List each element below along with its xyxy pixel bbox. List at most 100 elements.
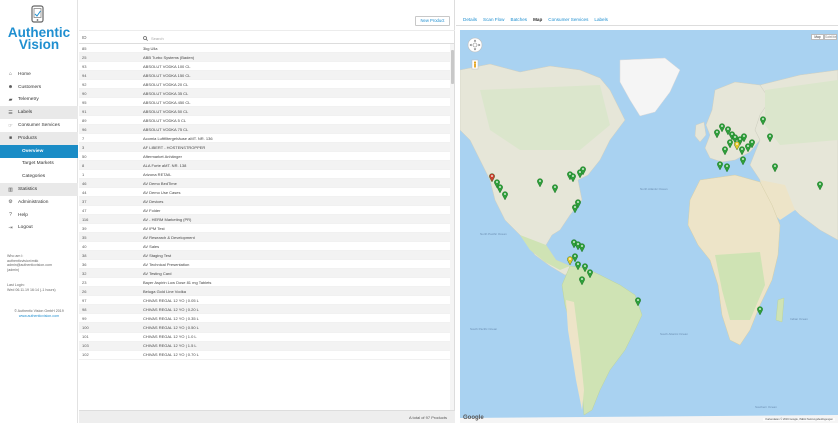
product-name-cell: ALA Forte aMT. NR. 138	[143, 162, 187, 168]
table-row[interactable]: 47 AV Folder	[79, 206, 451, 216]
map-attribution[interactable]: Kartendaten © 2019 Google, INEGI Nutzung…	[763, 418, 835, 421]
table-row[interactable]: 35 AV Research & Development	[79, 233, 451, 243]
table-row[interactable]: 93 ABSOLUT VODKA 100 CL	[79, 62, 451, 72]
company-link[interactable]: www.authenticvision.com	[0, 314, 78, 319]
table-row[interactable]: 85 3kg Ulla	[79, 44, 451, 54]
map-marker-dot	[759, 308, 761, 310]
map-marker-icon[interactable]	[757, 306, 763, 316]
table-row[interactable]: 25 ABB Turbo Systems (Baden)	[79, 53, 451, 63]
table-row[interactable]: 100 CHIVAS REGAL 12 YO | 0.50 L	[79, 323, 451, 333]
map-marker-icon[interactable]	[579, 243, 585, 253]
map-marker-dot	[729, 141, 731, 143]
nav-overview[interactable]: Overview	[0, 144, 78, 158]
map-marker-icon[interactable]	[740, 156, 746, 166]
map-type-satellite-button[interactable]: Satellite	[824, 34, 837, 40]
table-row[interactable]: 3 AF LIBERT - HOSTENSTROPPER	[79, 143, 451, 153]
map-marker-icon[interactable]	[724, 163, 730, 173]
table-row[interactable]: 101 CHIVAS REGAL 12 YO | 1.0 L	[79, 333, 451, 342]
nav-products[interactable]: ■ Products	[0, 131, 78, 145]
table-row[interactable]: 92 ABSOLUT VODKA 20 CL	[79, 80, 451, 90]
product-name-cell: ABSOLUT VODKA 150 CL	[143, 72, 191, 78]
world-map[interactable]: North Atlantic Ocean South Atlantic Ocea…	[460, 30, 838, 423]
product-name-cell: AV Devices	[143, 198, 164, 204]
sidebar-nav: ⌂ Home ☻ Customers ▰ Telemetry ☰ Labels ☞ Consume…	[0, 68, 78, 234]
nav-labels[interactable]: ☰ Labels	[0, 106, 78, 120]
table-row[interactable]: 7 Acomia Luftfiltergehäuse aMT. NR. 136	[79, 134, 451, 144]
table-row[interactable]: 97 CHIVAS REGAL 12 YO | 0.05 L	[79, 296, 451, 306]
table-row[interactable]: 46 AV Demo BedTime	[79, 179, 451, 189]
nav-customers[interactable]: ☻ Customers	[0, 81, 78, 94]
map-pan-control[interactable]	[467, 37, 483, 53]
tab-labels[interactable]: Labels	[591, 17, 611, 25]
map-marker-icon[interactable]	[572, 204, 578, 214]
product-name-cell: ABSOLUT VODKA 5 CL	[143, 117, 187, 123]
user-role: (admin)	[7, 267, 20, 272]
product-id-cell: 97	[82, 297, 87, 303]
table-row[interactable]: 91 ABSOLUT VODKA 50 CL	[79, 107, 451, 117]
table-row[interactable]: 89 ABSOLUT VODKA 5 CL	[79, 116, 451, 126]
nav-telemetry[interactable]: ▰ Telemetry	[0, 94, 78, 107]
nav-statistics[interactable]: ▥ Statistics	[0, 183, 78, 196]
table-row[interactable]: 26 Beluga Gold Line Vodka	[79, 287, 451, 297]
scan-map[interactable]: North Atlantic Ocean South Atlantic Ocea…	[460, 30, 838, 423]
nav-logout[interactable]: ⇥ Logout	[0, 222, 78, 235]
map-marker-icon[interactable]	[717, 161, 723, 171]
tab-batches[interactable]: Batches	[508, 17, 531, 25]
greenland	[619, 57, 681, 117]
table-row[interactable]: 99 CHIVAS REGAL 12 YO | 0.35 L	[79, 314, 451, 324]
table-row[interactable]: 94 ABSOLUT VODKA 150 CL	[79, 71, 451, 81]
street-view-pegman-icon[interactable]	[471, 59, 479, 70]
map-marker-dot	[741, 148, 743, 150]
tab-details[interactable]: Details	[460, 17, 480, 25]
product-name-cell: AV Demo Use Cases	[143, 189, 181, 195]
table-row[interactable]: 90 ABSOLUT VODKA 35 CL	[79, 89, 451, 99]
nav-consumer-services[interactable]: ☞ Consumer Services	[0, 119, 78, 132]
map-marker-dot	[573, 241, 575, 243]
nav-label: Telemetry	[18, 97, 39, 103]
nav-help[interactable]: ? Help	[0, 209, 78, 222]
tab-scan-flow[interactable]: Scan Flow	[480, 17, 507, 25]
map-marker-icon[interactable]	[572, 253, 578, 263]
nav-label: Statistics	[18, 187, 38, 193]
table-row[interactable]: 8 ALA Forte aMT. NR. 138	[79, 161, 451, 171]
map-marker-icon[interactable]	[567, 256, 573, 266]
nav-label: Target Markets	[22, 161, 54, 167]
table-row[interactable]: 39 AV IPM Test	[79, 224, 451, 234]
table-row[interactable]: 36 AV Technical Presentation	[79, 260, 451, 270]
map-marker-dot	[637, 299, 639, 301]
table-row[interactable]: 50 Aftermarket Anhänger	[79, 152, 451, 162]
product-name-cell: ABSOLUT VODKA 50 CL	[143, 108, 189, 114]
table-row[interactable]: 95 ABSOLUT VODKA 450 CL	[79, 98, 451, 108]
table-row[interactable]: 38 AV Staging Test	[79, 251, 451, 261]
table-row[interactable]: 23 Bayer Aspirin Low Dose 81 mg Tablets	[79, 278, 451, 288]
product-id-cell: 44	[82, 189, 87, 195]
table-row[interactable]: 96 ABSOLUT VODKA 75 CL	[79, 125, 451, 135]
nav-administration[interactable]: ⚙ Administration	[0, 196, 78, 209]
table-row[interactable]: 44 AV Demo Use Cases	[79, 188, 451, 198]
tab-consumer-services[interactable]: Consumer Services	[545, 17, 591, 25]
table-row[interactable]: 1 Arizona RETAIL	[79, 170, 451, 180]
map-type-map-button[interactable]: Map	[811, 34, 824, 40]
table-scrollbar[interactable]	[450, 44, 454, 410]
tab-map[interactable]: Map	[530, 17, 545, 25]
product-id-cell: 40	[82, 243, 87, 249]
table-row[interactable]: 116 AV - HERM Marketing (PR)	[79, 215, 451, 225]
table-row[interactable]: 40 AV Sales	[79, 242, 451, 252]
nav-home[interactable]: ⌂ Home	[0, 68, 78, 81]
search-input[interactable]: Search	[143, 34, 449, 42]
nav-categories[interactable]: Categories	[0, 170, 78, 183]
nav-label: Overview	[22, 148, 44, 154]
new-product-button[interactable]: New Product	[415, 16, 450, 26]
table-scrollbar-thumb[interactable]	[451, 50, 454, 84]
table-row[interactable]: 32 AV Testing Card	[79, 269, 451, 279]
table-row[interactable]: 102 CHIVAS REGAL 12 YO | 0.70 L	[79, 351, 451, 360]
map-marker-dot	[569, 258, 571, 260]
product-name-cell: Aftermarket Anhänger	[143, 153, 182, 159]
table-row[interactable]: 103 CHIVAS REGAL 12 YO | 1.5 L	[79, 341, 451, 351]
nav-target-markets[interactable]: Target Markets	[0, 158, 78, 171]
product-name-cell: 3kg Ulla	[143, 45, 158, 51]
table-row[interactable]: 98 CHIVAS REGAL 12 YO | 0.20 L	[79, 305, 451, 315]
id-column-header[interactable]: ID	[82, 35, 87, 40]
nav-label: Logout	[18, 225, 33, 231]
table-row[interactable]: 37 AV Devices	[79, 197, 451, 207]
